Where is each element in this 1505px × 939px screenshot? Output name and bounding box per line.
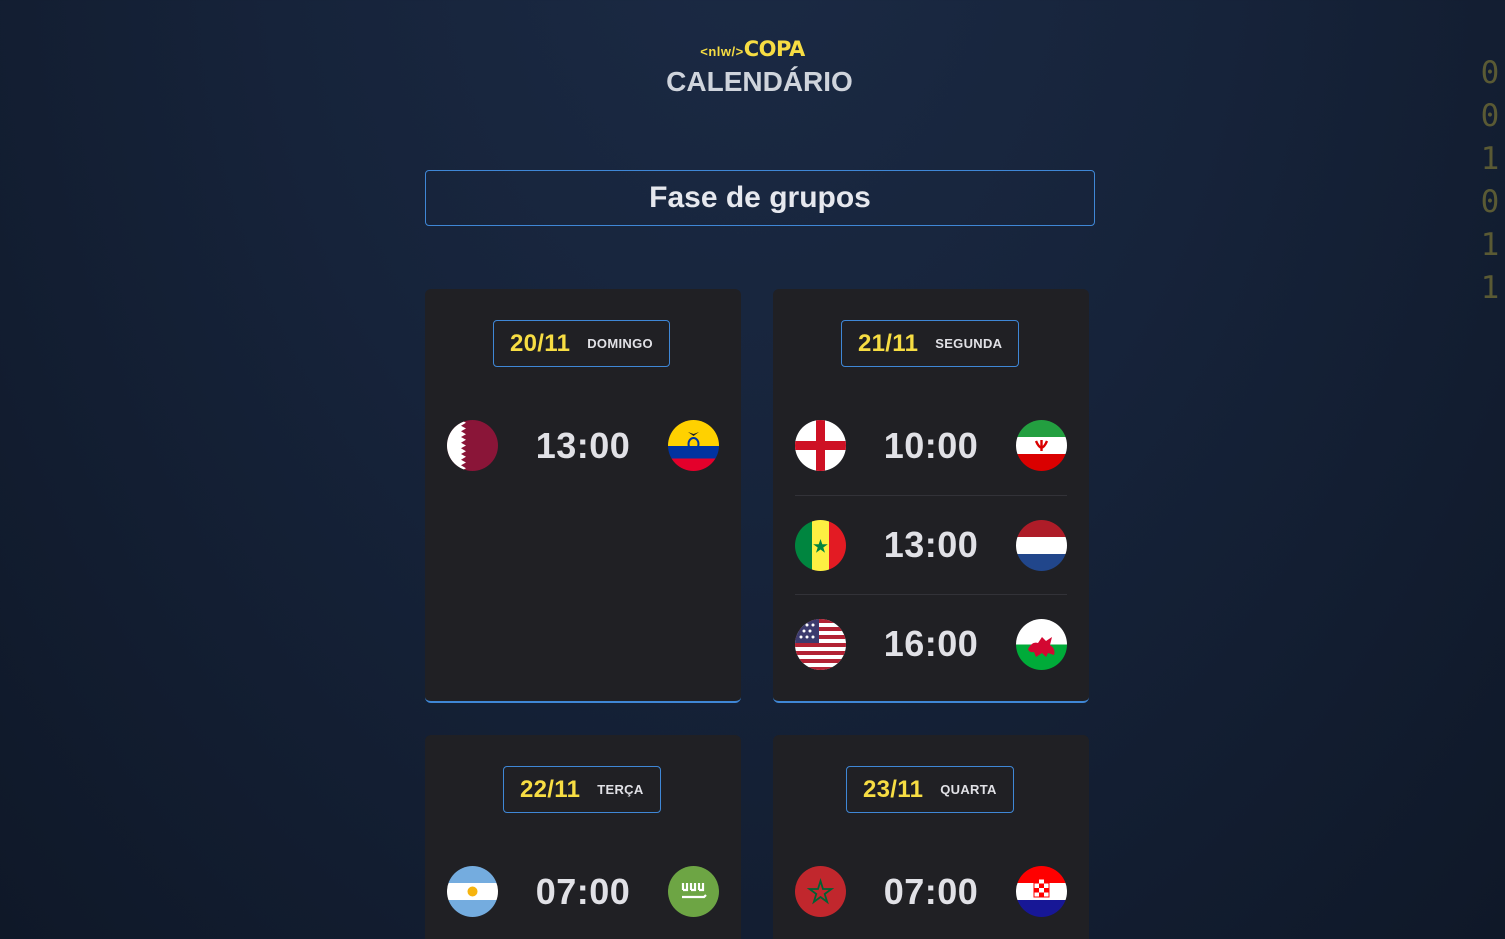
binary-digit: 0	[1480, 98, 1500, 134]
binary-digit: 0	[1480, 184, 1500, 220]
game-row: 13:00	[795, 495, 1067, 594]
binary-digit: 1	[1480, 141, 1500, 177]
day-card-21-11: 21/11 SEGUNDA 10:00 13:00 16:00	[773, 289, 1089, 703]
date-badge: 22/11 TERÇA	[503, 766, 661, 813]
logo-prefix: <nlw/>	[700, 44, 744, 59]
date-badge: 23/11 QUARTA	[846, 766, 1014, 813]
game-row: 10:00	[795, 396, 1067, 495]
match-time: 10:00	[883, 424, 979, 466]
argentina-flag-icon	[447, 866, 498, 917]
england-flag-icon	[795, 420, 846, 471]
page-title: CALENDÁRIO	[666, 66, 853, 97]
day-card-22-11: 22/11 TERÇA 07:00	[425, 735, 741, 939]
day-card-23-11: 23/11 QUARTA 07:00	[773, 735, 1089, 939]
game-list: 13:00	[447, 396, 719, 495]
day-date: 21/11	[858, 329, 919, 357]
match-time: 16:00	[883, 623, 979, 664]
phase-title: Fase de grupos	[425, 170, 1095, 226]
netherlands-flag-icon	[1015, 519, 1067, 571]
day-card-20-11: 20/11 DOMINGO 13:00	[425, 289, 741, 703]
match-time: 13:00	[535, 424, 631, 466]
binary-digit: 0	[1480, 55, 1500, 91]
qatar-flag-icon	[447, 420, 498, 471]
game-row: 07:00	[447, 842, 719, 939]
croatia-flag-icon	[1015, 866, 1067, 917]
day-weekday: QUARTA	[940, 782, 997, 797]
date-badge: 20/11 DOMINGO	[493, 320, 670, 367]
match-time: 13:00	[883, 524, 979, 565]
day-date: 23/11	[863, 775, 924, 803]
saudi-arabia-flag-icon	[667, 866, 719, 917]
game-row: 07:00	[795, 842, 1067, 939]
match-time: 07:00	[883, 870, 979, 912]
game-row: 13:00	[447, 396, 719, 495]
senegal-flag-icon	[795, 519, 846, 571]
binary-decoration: 0 0 1 0 1 1	[1479, 52, 1501, 310]
wales-flag-icon	[1015, 618, 1067, 670]
date-badge: 21/11 SEGUNDA	[841, 320, 1020, 367]
game-list: 10:00 13:00 16:00	[795, 396, 1067, 693]
day-weekday: SEGUNDA	[935, 336, 1003, 351]
usa-flag-icon	[795, 618, 846, 670]
day-date: 22/11	[520, 775, 581, 803]
binary-digit: 1	[1480, 270, 1500, 306]
iran-flag-icon	[1015, 420, 1067, 471]
match-time: 07:00	[535, 870, 631, 912]
day-weekday: DOMINGO	[587, 336, 653, 351]
ecuador-flag-icon	[667, 420, 719, 471]
game-list: 07:00	[447, 842, 719, 939]
phase-label: Fase de grupos	[649, 181, 871, 214]
logo-name: COPA	[743, 37, 805, 61]
game-list: 07:00	[795, 842, 1067, 939]
copa-logo: <nlw/>COPA	[0, 37, 1505, 61]
binary-digit: 1	[1480, 227, 1500, 263]
morocco-flag-icon	[795, 866, 846, 917]
day-weekday: TERÇA	[597, 782, 644, 797]
day-date: 20/11	[510, 329, 571, 357]
game-row: 16:00	[795, 594, 1067, 693]
